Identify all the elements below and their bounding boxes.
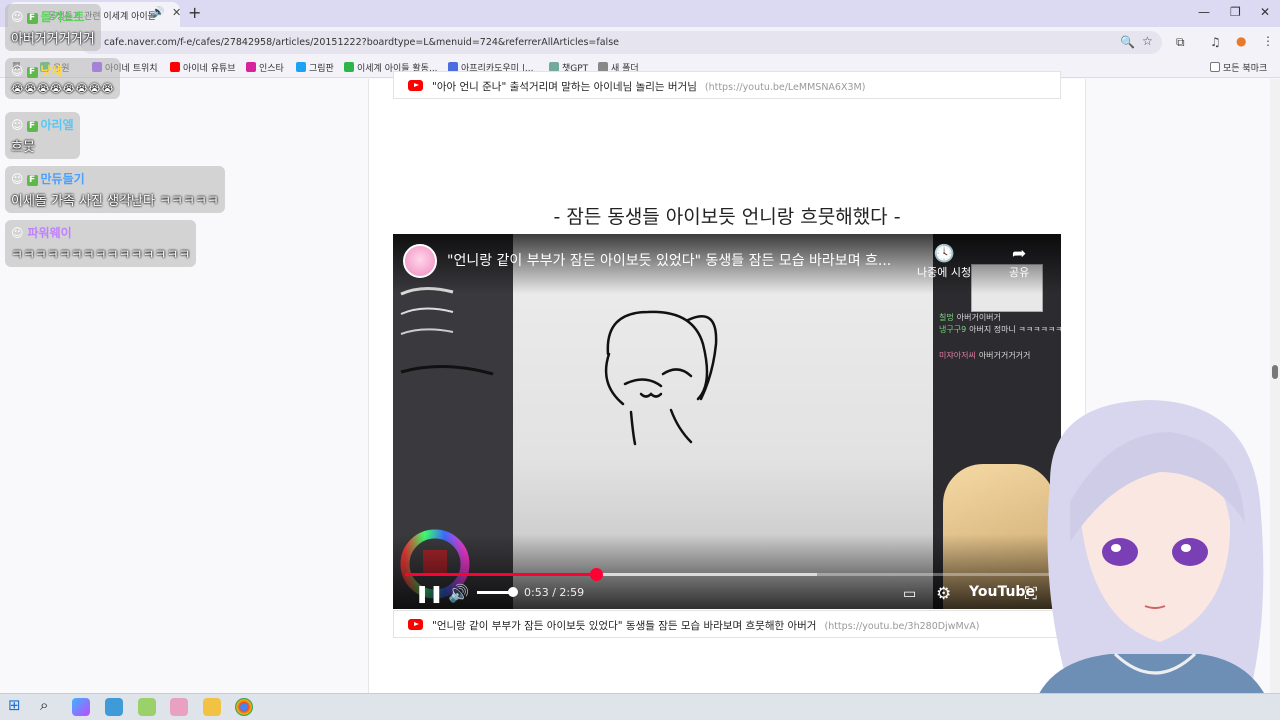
overlay-chat-message: ☺ F 아리엘 흐뭇 — [5, 112, 80, 159]
taskbar: ⊞ ⌕ — [0, 693, 1280, 720]
bookmark-icon — [296, 62, 306, 72]
volume-icon[interactable]: 🔊 — [448, 584, 469, 604]
zoom-icon[interactable]: 🔍 — [1120, 35, 1135, 49]
youtube-icon — [408, 80, 423, 91]
extensions-icon[interactable]: ⧉ — [1176, 35, 1185, 50]
fan-badge-icon: F — [26, 175, 38, 186]
bookmark-item[interactable]: 인스타 — [246, 61, 284, 74]
user-icon: ☺ — [11, 226, 24, 240]
prev-video-link-card[interactable]: "아아 언니 준나" 출석거리며 말하는 아이네님 놀리는 버거님 (https:… — [393, 71, 1061, 99]
link-title[interactable]: "언니랑 같이 부부가 잠든 아이보듯 있었다" 동생들 잠든 모습 바라보며 … — [432, 620, 816, 632]
chat-message-text: 이세돌 가족 사진 생각난다 ㅋㅋㅋㅋㅋ — [11, 194, 219, 209]
video-link-card[interactable]: "언니랑 같이 부부가 잠든 아이보듯 있었다" 동생들 잠든 모습 바라보며 … — [393, 610, 1061, 638]
star-icon[interactable]: ☆ — [1142, 34, 1153, 48]
channel-avatar[interactable] — [403, 244, 437, 278]
overlay-chat-message: ☺ 파워웨이 ㅋㅋㅋㅋㅋㅋㅋㅋㅋㅋㅋㅋㅋㅋㅋ — [5, 220, 197, 267]
user-icon: ☺ — [11, 172, 24, 186]
fan-badge-icon: F — [26, 67, 38, 78]
prev-link-url[interactable]: (https://youtu.be/LeMMSNA6X3M) — [705, 82, 866, 93]
share-icon: ➦ — [1012, 244, 1027, 264]
overlay-chat-message: ☺ F 돌기스트 아버거거거거거 — [5, 4, 101, 51]
video-chat-line: 칠멍 아버거이버거 — [939, 313, 1001, 322]
folder-icon — [1210, 62, 1220, 72]
all-bookmarks[interactable]: 모든 북마크 — [1210, 61, 1267, 74]
chat-message-text: 아버거거거거거 — [11, 32, 95, 47]
chat-user-name: 낫세 — [40, 64, 63, 78]
video-chat-line: 냉구구9 아버지 정마니 ㅋㅋㅋㅋㅋㅋ — [939, 325, 1061, 334]
fan-badge-icon: F — [26, 121, 38, 132]
vtuber-avatar — [1010, 392, 1280, 720]
restore-icon[interactable]: ❐ — [1230, 5, 1241, 19]
profile-icon[interactable]: ● — [1236, 34, 1246, 48]
address-bar[interactable]: cafe.naver.com/f-e/cafes/27842958/articl… — [80, 31, 1162, 54]
chrome-icon[interactable] — [235, 698, 253, 716]
toolbar: cafe.naver.com/f-e/cafes/27842958/articl… — [0, 27, 1280, 58]
video-chat-line: 미쟈아저씨 아버거거거거거 — [939, 351, 1031, 360]
minimize-icon[interactable]: — — [1198, 5, 1210, 19]
chat-user-name: 아리엘 — [40, 118, 74, 132]
bookmark-item[interactable]: 그림판 — [296, 61, 334, 74]
search-icon[interactable]: ⌕ — [40, 696, 58, 714]
speaker-icon[interactable]: 🔊 — [152, 7, 164, 18]
user-icon: ☺ — [11, 10, 24, 24]
watch-later-button[interactable]: 🕓 나중에 시청 — [917, 244, 971, 280]
section-heading: - 잠든 동생들 아이보듯 언니랑 흐뭇해했다 - — [553, 206, 901, 228]
share-button[interactable]: ➦ 공유 — [1009, 244, 1029, 280]
chat-user-name: 만듀들기 — [40, 172, 85, 186]
copilot-icon[interactable] — [72, 698, 90, 716]
settings-icon[interactable]: ⚙ — [936, 584, 951, 604]
bookmark-icon — [344, 62, 354, 72]
chat-user-name: 파워웨이 — [27, 226, 72, 240]
volume-knob[interactable] — [508, 587, 518, 597]
chat-message-text: 😭😭😭😭😭😭😭😭 — [11, 82, 114, 95]
video-player[interactable]: 칠멍 아버거이버거 냉구구9 아버지 정마니 ㅋㅋㅋㅋㅋㅋ 미쟈아저씨 아버거거거거거… — [393, 234, 1061, 609]
menu-icon[interactable]: ⋮ — [1262, 34, 1274, 48]
app-icon[interactable] — [105, 698, 123, 716]
tab-bar: 동생들과 관련 이세계 아이돌 🔊 ✕ + — ❐ ✕ — [0, 0, 1280, 27]
media-icon[interactable]: ♫ — [1210, 35, 1221, 49]
file-explorer-icon[interactable] — [203, 698, 221, 716]
overlay-chat-message: ☺ F 만듀들기 이세돌 가족 사진 생각난다 ㅋㅋㅋㅋㅋ — [5, 166, 225, 213]
scrollbar-thumb[interactable] — [1272, 365, 1278, 379]
prev-link-title[interactable]: "아아 언니 준나" 출석거리며 말하는 아이네님 놀리는 버거님 — [432, 81, 697, 93]
video-time: 0:53 / 2:59 — [524, 586, 585, 599]
bookmark-icon — [170, 62, 180, 72]
progress-played — [405, 573, 596, 576]
app-icon[interactable] — [170, 698, 188, 716]
overlay-chat-message: ☺ F 낫세 😭😭😭😭😭😭😭😭 — [5, 58, 120, 99]
fan-badge-icon: F — [26, 13, 38, 24]
chat-message-text: ㅋㅋㅋㅋㅋㅋㅋㅋㅋㅋㅋㅋㅋㅋㅋ — [11, 248, 191, 263]
chat-user-name: 돌기스트 — [40, 10, 85, 24]
scrubber-handle[interactable] — [589, 568, 603, 581]
subtitles-icon[interactable]: ▭ — [903, 586, 916, 602]
url-text[interactable]: cafe.naver.com/f-e/cafes/27842958/articl… — [104, 37, 619, 48]
windows-start-icon[interactable]: ⊞ — [8, 696, 26, 714]
window-close-icon[interactable]: ✕ — [1260, 5, 1270, 19]
clock-icon: 🕓 — [933, 244, 955, 264]
page-scrollbar[interactable] — [1270, 79, 1280, 693]
link-url[interactable]: (https://youtu.be/3h280DjwMvA) — [824, 621, 979, 632]
close-icon[interactable]: ✕ — [172, 6, 181, 19]
pause-icon[interactable]: ❚❚ — [415, 584, 444, 604]
bookmark-item[interactable]: 아이네 유튜브 — [170, 61, 236, 74]
bookmark-icon — [246, 62, 256, 72]
youtube-icon — [408, 619, 423, 630]
paint-app-icon[interactable] — [138, 698, 156, 716]
user-icon: ☺ — [11, 64, 24, 78]
video-title[interactable]: "언니랑 같이 부부가 잠든 아이보듯 있었다" 동생들 잠든 모습 바라보며 … — [447, 250, 907, 270]
new-tab-icon[interactable]: + — [188, 3, 201, 22]
chat-message-text: 흐뭇 — [11, 140, 35, 155]
user-icon: ☺ — [11, 118, 24, 132]
